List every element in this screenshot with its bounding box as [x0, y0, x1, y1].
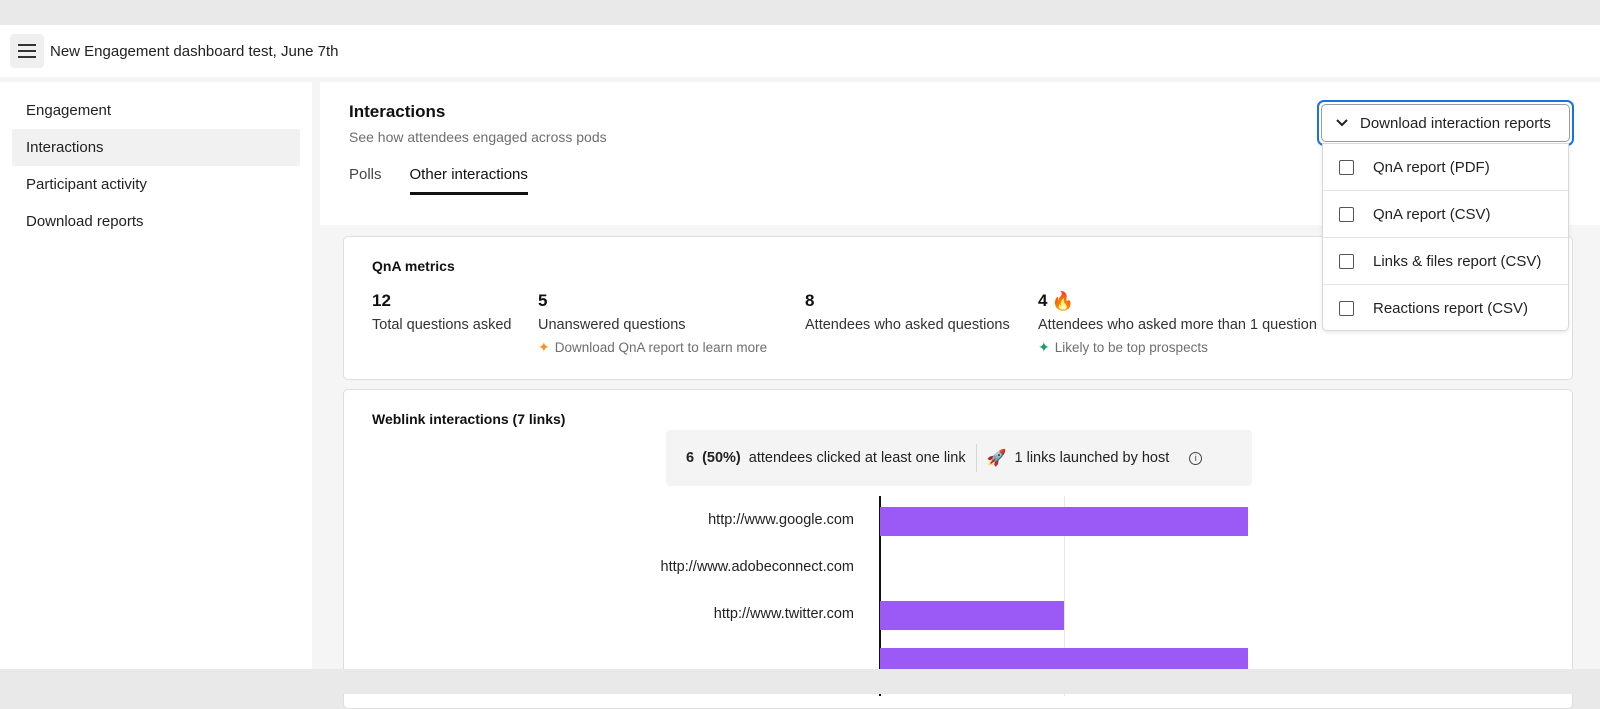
divider: [975, 444, 977, 472]
hint-text: Download QnA report to learn more: [554, 340, 768, 355]
metric-label: Unanswered questions: [538, 317, 686, 333]
metric-total-questions: 12 Total questions asked: [372, 289, 511, 333]
sidebar-item-interactions[interactable]: Interactions: [12, 129, 300, 166]
metric-value: 4: [1038, 291, 1048, 310]
tab-polls[interactable]: Polls: [349, 166, 382, 195]
app-header: New Engagement dashboard test, June 7th: [0, 25, 1600, 77]
checkbox[interactable]: [1339, 206, 1354, 222]
menu-item-qna-pdf[interactable]: QnA report (PDF): [1323, 144, 1568, 191]
download-interaction-reports-button[interactable]: Download interaction reports: [1321, 104, 1570, 142]
metric-label: Total questions asked: [372, 317, 512, 333]
page-title: Interactions: [349, 102, 446, 121]
download-reports-menu: QnA report (PDF) QnA report (CSV) Links …: [1322, 143, 1569, 331]
info-icon[interactable]: i: [1189, 451, 1203, 465]
bar-label: http://www.twitter.com: [713, 606, 854, 622]
sidebar-item-download-reports[interactable]: Download reports: [12, 203, 300, 240]
metric-label: Attendees who asked more than 1 question: [1038, 317, 1317, 333]
clicked-text: attendees clicked at least one link: [748, 450, 966, 466]
metric-attendees-multiple-questions: 4 🔥 Attendees who asked more than 1 ques…: [1038, 289, 1317, 356]
page-subtitle: See how attendees engaged across pods: [349, 129, 607, 145]
chevron-down-icon: [1336, 119, 1348, 127]
tab-bar: Polls Other interactions: [349, 166, 528, 195]
rocket-icon: 🚀: [986, 450, 1007, 467]
metric-value: 5: [538, 291, 548, 310]
sidebar-item-label: Participant activity: [26, 176, 147, 193]
metric-attendees-asked: 8 Attendees who asked questions: [805, 289, 1010, 333]
menu-item-label: Reactions report (CSV): [1373, 300, 1529, 317]
dropdown-label: Download interaction reports: [1360, 114, 1551, 132]
metric-value: 8: [805, 291, 815, 310]
sidebar-item-label: Download reports: [26, 213, 144, 230]
download-qna-hint[interactable]: ✦ Download QnA report to learn more: [538, 339, 767, 356]
event-title: New Engagement dashboard test, June 7th: [50, 42, 339, 60]
weblink-summary: 6 (50%) attendees clicked at least one l…: [666, 430, 1252, 486]
sparkle-icon: ✦: [1038, 339, 1050, 355]
clicked-percent: (50%): [702, 450, 741, 466]
weblink-bar-chart: http://www.google.com http://www.adobecon…: [344, 490, 1574, 696]
window-bottom-strip: [0, 669, 1600, 694]
menu-item-links-files-csv[interactable]: Links & files report (CSV): [1323, 238, 1568, 285]
bar-label: http://www.adobeconnect.com: [660, 559, 854, 575]
weblink-title: Weblink interactions (7 links): [372, 411, 566, 427]
sparkle-icon: ✦: [538, 339, 550, 355]
metric-label: Attendees who asked questions: [805, 317, 1010, 333]
weblink-interactions-card: Weblink interactions (7 links) 6 (50%) a…: [343, 389, 1573, 709]
menu-item-label: QnA report (CSV): [1373, 205, 1491, 223]
download-dropdown-focus-ring: Download interaction reports: [1317, 100, 1574, 146]
hint-text: Likely to be top prospects: [1054, 340, 1208, 355]
hamburger-icon: [18, 44, 36, 58]
menu-item-qna-csv[interactable]: QnA report (CSV): [1323, 191, 1568, 238]
metric-unanswered-questions: 5 Unanswered questions ✦ Download QnA re…: [538, 289, 767, 356]
sidebar-item-label: Interactions: [26, 139, 104, 156]
sidebar-item-engagement[interactable]: Engagement: [12, 92, 300, 129]
metric-value-row: 4 🔥: [1038, 289, 1317, 313]
top-prospects-hint: ✦ Likely to be top prospects: [1038, 339, 1317, 356]
menu-item-reactions-csv[interactable]: Reactions report (CSV): [1323, 285, 1568, 332]
launched-text: 1 links launched by host: [1014, 450, 1170, 466]
checkbox[interactable]: [1339, 159, 1354, 175]
tab-other-interactions[interactable]: Other interactions: [409, 166, 528, 195]
menu-item-label: Links & files report (CSV): [1373, 252, 1542, 270]
menu-item-label: QnA report (PDF): [1373, 158, 1490, 176]
bar-label: http://www.google.com: [708, 512, 854, 528]
sidebar-item-participant-activity[interactable]: Participant activity: [12, 166, 300, 203]
window-top-strip: [0, 0, 1600, 25]
qna-metrics-title: QnA metrics: [372, 258, 455, 274]
fire-icon: 🔥: [1051, 290, 1074, 311]
checkbox[interactable]: [1339, 301, 1354, 316]
sidebar-item-label: Engagement: [26, 102, 112, 119]
sidebar: Engagement Interactions Participant acti…: [0, 82, 312, 669]
metric-value: 12: [372, 291, 391, 310]
bar[interactable]: [880, 601, 1064, 630]
hamburger-menu-button[interactable]: [10, 34, 44, 68]
bar[interactable]: [880, 507, 1248, 536]
checkbox[interactable]: [1339, 253, 1354, 269]
clicked-count: 6: [686, 450, 695, 466]
